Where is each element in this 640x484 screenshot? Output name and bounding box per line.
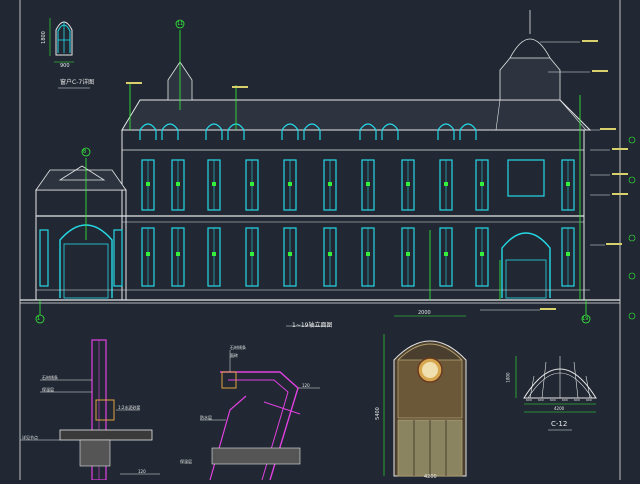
leader-label-mark <box>540 308 556 310</box>
leader-label-mark <box>232 86 248 88</box>
arch-segment-dim: 600 <box>526 398 532 402</box>
leader-label-mark <box>126 82 142 84</box>
leader-label-mark <box>606 243 622 245</box>
section-mid-label-1: 面砖 <box>230 353 238 358</box>
cad-drawing-canvas: 窗户C-7详图 900 1800 1~19轴立面图 1 19 11 8 2000… <box>0 0 640 481</box>
arch-height-dim: 1800 <box>505 372 511 383</box>
elevation-caption: 1~19轴立面图 <box>292 322 333 329</box>
arch-segment-dim: 600 <box>574 398 580 402</box>
section-detail-mid <box>200 350 320 481</box>
section-mid-label-0: 石材线条 <box>230 345 246 350</box>
arch-c12-detail <box>515 356 597 431</box>
section-left-label-2: 1:2水泥砂浆 <box>118 405 141 410</box>
arch-segment-dim: 600 <box>586 398 592 402</box>
section-mid-label-3: 保温层 <box>180 459 192 464</box>
leader-label-mark <box>612 148 628 150</box>
cad-drawing-svg <box>19 0 636 481</box>
axis-label-top: 11 <box>177 21 184 27</box>
section-mid-label-2: 防水层 <box>200 415 212 420</box>
annex-window <box>39 229 49 287</box>
section-left-label-3: 详见节点 <box>22 435 38 440</box>
arch-caption: C-12 <box>551 420 568 428</box>
arch-segment-dim: 600 <box>550 398 556 402</box>
arch-total-width: 4200 <box>554 406 565 411</box>
leader-label-mark <box>600 128 616 130</box>
leader-label-mark <box>592 70 608 72</box>
door-height-dim: 5400 <box>374 407 381 420</box>
window-detail-caption: 窗户C-7详图 <box>60 79 95 86</box>
section-left-label-0: 石材线条 <box>42 375 58 380</box>
leader-label-mark <box>612 173 628 175</box>
main-elevation <box>20 10 628 327</box>
arch-segment-dim: 600 <box>538 398 544 402</box>
section-mid-label-4: 120 <box>302 383 310 388</box>
axis-label-start: 1 <box>37 316 41 322</box>
window-width-dim: 900 <box>60 63 70 69</box>
door-top-dim: 2000 <box>418 310 431 316</box>
door-detail <box>383 315 467 477</box>
arch-segment-dim: 600 <box>562 398 568 402</box>
axis-label-end: 19 <box>582 316 589 322</box>
right-axis-markers <box>628 136 636 320</box>
window-c7-detail <box>49 18 90 89</box>
window-height-dim: 1800 <box>40 31 47 44</box>
section-left-label-1: 保温层 <box>42 387 54 392</box>
leader-label-mark <box>612 193 628 195</box>
leader-label-mark <box>582 40 598 42</box>
axis-label-mid: 8 <box>83 149 87 155</box>
annex-window <box>113 229 123 287</box>
section-left-label-4: 120 <box>138 469 146 474</box>
